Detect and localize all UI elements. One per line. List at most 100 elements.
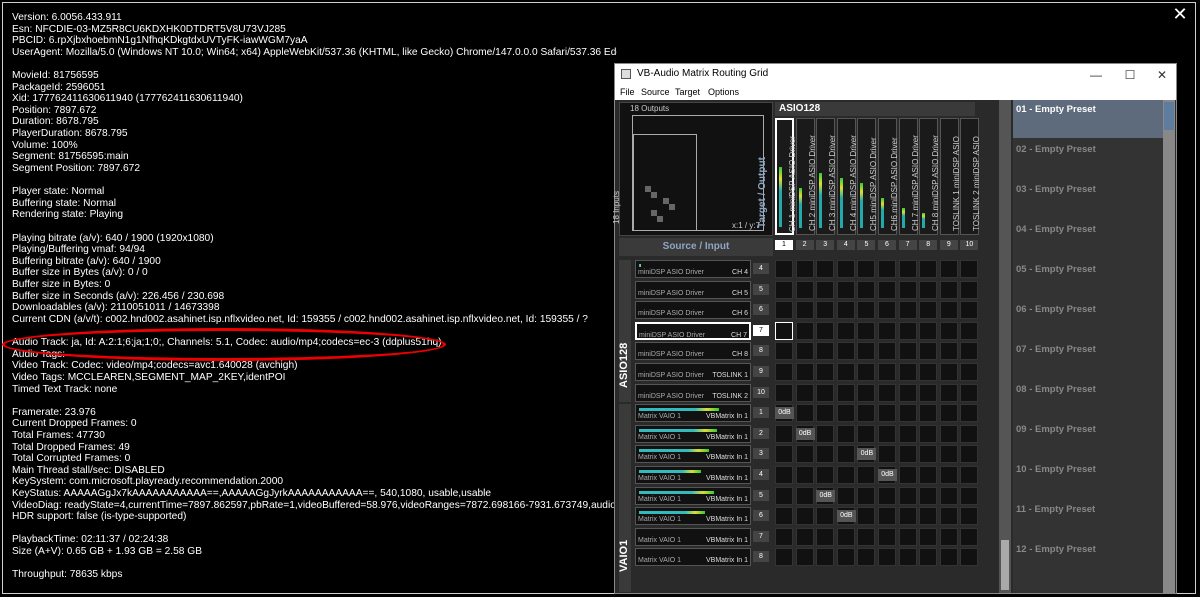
output-column-number[interactable]: 5	[857, 240, 876, 250]
routing-cell[interactable]	[878, 548, 896, 567]
routing-cell[interactable]	[857, 466, 876, 484]
menu-file[interactable]: File	[620, 87, 635, 97]
routing-cell[interactable]	[898, 260, 917, 278]
routing-cell[interactable]	[795, 486, 814, 505]
routing-cell[interactable]	[795, 383, 814, 402]
routing-cell[interactable]	[857, 301, 876, 320]
routing-cell[interactable]	[919, 260, 938, 278]
routing-cell[interactable]	[836, 383, 855, 402]
input-row[interactable]: Matrix VAIO 1 VBMatrix In 1	[635, 424, 751, 443]
output-column-number[interactable]: 10	[960, 240, 979, 250]
routing-cell[interactable]	[836, 342, 855, 361]
routing-cell[interactable]	[960, 342, 979, 361]
routing-cell[interactable]	[939, 548, 958, 567]
routing-cell[interactable]	[878, 486, 896, 505]
routing-cell[interactable]	[816, 280, 835, 299]
preset-item[interactable]: 06 - Empty Preset	[1013, 300, 1163, 338]
routing-cell[interactable]	[857, 424, 876, 443]
grid-scrollbar[interactable]	[999, 100, 1011, 593]
routing-cell[interactable]	[898, 445, 917, 464]
input-row[interactable]: miniDSP ASIO Driver TOSLINK 1	[635, 363, 751, 381]
routing-cell[interactable]	[919, 301, 938, 320]
output-column-number[interactable]: 1	[775, 240, 793, 250]
input-row[interactable]: miniDSP ASIO Driver CH 7	[635, 321, 751, 340]
routing-cell[interactable]	[960, 445, 979, 464]
close-button[interactable]: ✕	[1145, 64, 1179, 86]
routing-cell[interactable]	[960, 383, 979, 402]
input-row[interactable]: Matrix VAIO 1 VBMatrix In 1	[635, 466, 751, 484]
routing-cell[interactable]	[836, 466, 855, 484]
routing-cell[interactable]	[816, 321, 835, 340]
input-row[interactable]: miniDSP ASIO Driver CH 8	[635, 342, 751, 361]
minimize-button[interactable]: —	[1079, 64, 1113, 86]
routing-cell[interactable]	[878, 527, 896, 546]
output-column-number[interactable]: 9	[939, 240, 958, 250]
input-row[interactable]: Matrix VAIO 1 VBMatrix In 1	[635, 486, 751, 505]
routing-cell[interactable]	[816, 507, 835, 526]
routing-cell[interactable]	[775, 466, 793, 484]
routing-cell[interactable]	[816, 527, 835, 546]
routing-cell[interactable]	[939, 424, 958, 443]
gain-label[interactable]: 0dB	[775, 407, 794, 420]
routing-cell[interactable]	[795, 466, 814, 484]
routing-cell[interactable]	[857, 280, 876, 299]
routing-cell[interactable]	[960, 280, 979, 299]
routing-cell[interactable]	[775, 445, 793, 464]
routing-cell[interactable]	[960, 486, 979, 505]
routing-cell[interactable]	[795, 280, 814, 299]
routing-cell[interactable]	[919, 445, 938, 464]
routing-cell[interactable]	[919, 486, 938, 505]
routing-cell[interactable]	[775, 260, 793, 278]
routing-cell[interactable]	[816, 260, 835, 278]
preset-item[interactable]: 11 - Empty Preset	[1013, 500, 1163, 538]
preset-scrollbar[interactable]	[1163, 100, 1175, 593]
routing-cell[interactable]	[878, 383, 896, 402]
input-row-number[interactable]: 8	[753, 345, 769, 357]
preset-item[interactable]: 02 - Empty Preset	[1013, 140, 1163, 178]
routing-cell[interactable]	[898, 383, 917, 402]
routing-cell[interactable]	[857, 321, 876, 340]
routing-cell[interactable]	[775, 301, 793, 320]
output-column-header[interactable]: CH 8 miniDSP ASIO Driver	[919, 118, 940, 235]
routing-cell[interactable]	[816, 424, 835, 443]
routing-cell[interactable]	[898, 404, 917, 423]
routing-cell[interactable]	[775, 280, 793, 299]
routing-cell[interactable]	[836, 445, 855, 464]
routing-cell[interactable]	[960, 301, 979, 320]
routing-cell[interactable]	[939, 527, 958, 546]
input-row-number[interactable]: 6	[753, 510, 769, 522]
output-column-header[interactable]: CH5 miniDSP ASIO Driver	[857, 118, 878, 235]
routing-cell[interactable]	[898, 527, 917, 546]
input-row[interactable]: Matrix VAIO 1 VBMatrix In 1	[635, 507, 751, 526]
routing-cell[interactable]	[898, 301, 917, 320]
input-row-number[interactable]: 7	[753, 324, 769, 336]
routing-cell[interactable]	[939, 260, 958, 278]
routing-cell[interactable]	[939, 404, 958, 423]
routing-cell[interactable]	[795, 507, 814, 526]
routing-cell[interactable]	[836, 548, 855, 567]
routing-cell[interactable]	[898, 342, 917, 361]
routing-cell[interactable]	[795, 548, 814, 567]
routing-cell[interactable]	[878, 404, 896, 423]
grid-scroll-thumb[interactable]	[1001, 540, 1009, 590]
routing-cell[interactable]	[795, 321, 814, 340]
input-row[interactable]: Matrix VAIO 1 VBMatrix In 1	[635, 445, 751, 464]
output-column-header[interactable]: CH 7 miniDSP ASIO Driver	[898, 118, 920, 235]
routing-cell[interactable]	[857, 342, 876, 361]
input-row-number[interactable]: 10	[753, 386, 769, 398]
input-row[interactable]: miniDSP ASIO Driver CH 6	[635, 301, 751, 320]
overview-map[interactable]: 18 Outputs 18 Inputs x:1 / y:7	[612, 102, 773, 236]
routing-cell[interactable]	[836, 527, 855, 546]
menu-target[interactable]: Target	[675, 87, 700, 97]
input-row-number[interactable]: 6	[753, 304, 769, 316]
input-row[interactable]: miniDSP ASIO Driver CH 5	[635, 280, 751, 299]
routing-cell[interactable]	[857, 260, 876, 278]
routing-cell[interactable]	[795, 527, 814, 546]
routing-cell[interactable]	[775, 321, 793, 340]
output-column-header[interactable]: TOSLINK 2 miniDSP ASIO	[960, 118, 981, 235]
routing-cell[interactable]	[960, 466, 979, 484]
title-bar[interactable]: VB-Audio Matrix Routing Grid — ☐ ✕	[615, 64, 1176, 86]
preset-item[interactable]: 05 - Empty Preset	[1013, 260, 1163, 298]
routing-cell[interactable]	[857, 404, 876, 423]
routing-cell[interactable]	[816, 466, 835, 484]
